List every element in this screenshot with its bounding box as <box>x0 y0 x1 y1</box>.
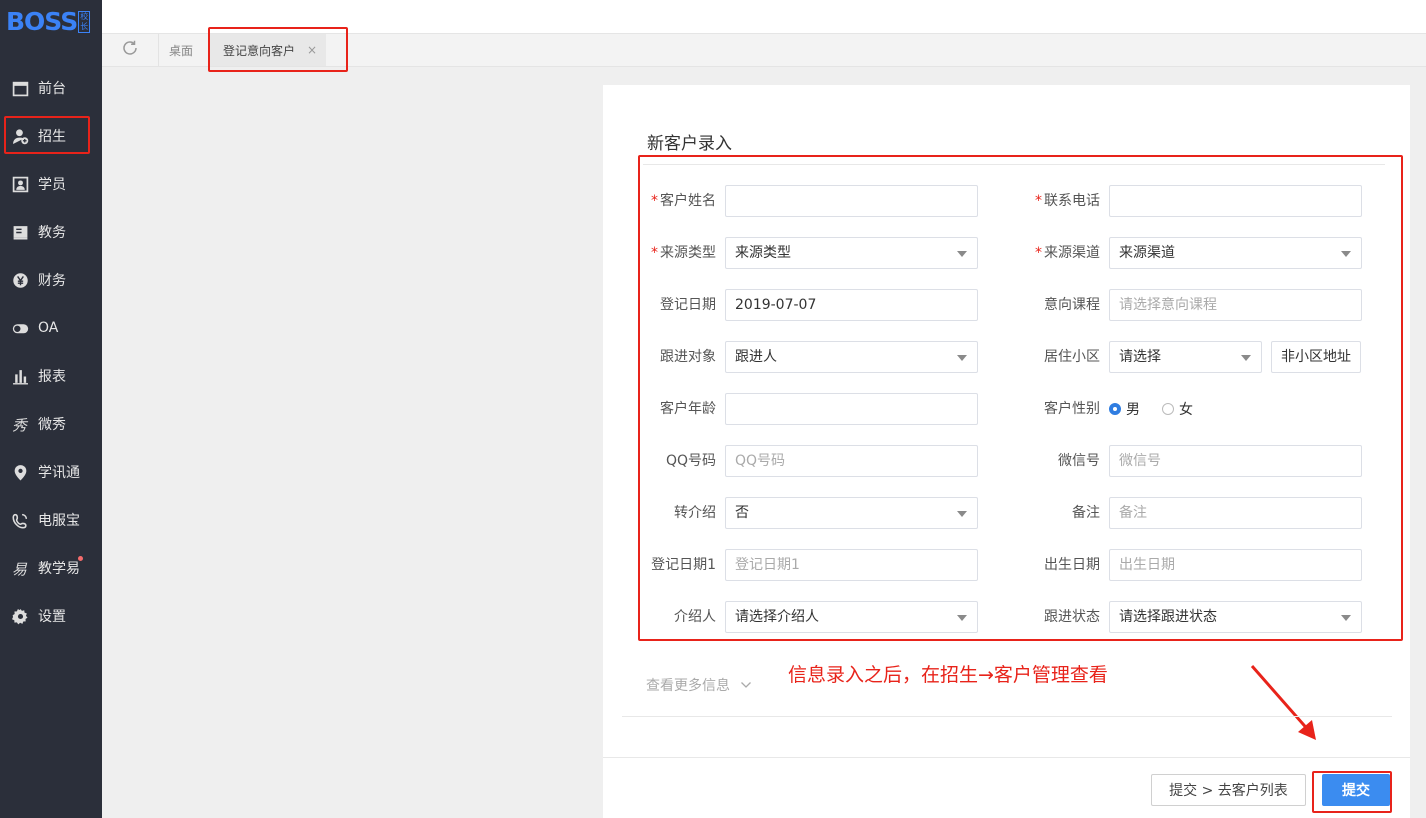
sidebar-item-label: 教学易 <box>38 561 80 577</box>
sidebar-item-xuexuntong[interactable]: 学讯通 <box>0 448 102 496</box>
toggle-icon <box>12 320 29 337</box>
sidebar-item-label: 前台 <box>38 81 66 97</box>
sidebar-item-label: 学员 <box>38 177 66 193</box>
more-info-label: 查看更多信息 <box>646 678 730 694</box>
sidebar-item-label: 财务 <box>38 273 66 289</box>
book-icon <box>12 224 29 241</box>
sidebar-item-weixiu[interactable]: 秀 微秀 <box>0 400 102 448</box>
student-card-icon <box>12 176 29 193</box>
divider <box>622 716 1392 717</box>
calendar-icon <box>12 80 29 97</box>
sidebar-item-label: OA <box>38 320 59 336</box>
sidebar-item-settings[interactable]: 设置 <box>0 592 102 640</box>
sidebar-item-label: 报表 <box>38 369 66 385</box>
highlight-box-enrollment <box>4 116 90 154</box>
gear-icon <box>12 608 29 625</box>
logo-text: BOSS <box>6 7 78 36</box>
refresh-button[interactable] <box>102 34 159 66</box>
sidebar-item-frontdesk[interactable]: 前台 <box>0 64 102 112</box>
sidebar-item-academic[interactable]: 教务 <box>0 208 102 256</box>
sidebar-item-label: 设置 <box>38 609 66 625</box>
sidebar-item-label: 微秀 <box>38 417 66 433</box>
bar-chart-icon <box>12 368 29 385</box>
svg-text:秀: 秀 <box>12 416 29 433</box>
highlight-box-form <box>638 155 1403 641</box>
phone-icon <box>12 512 29 529</box>
sidebar-item-finance[interactable]: 财务 <box>0 256 102 304</box>
chevron-down-icon <box>741 682 751 688</box>
logo-badge: 校长 <box>78 11 91 33</box>
logo: BOSS 校长 <box>6 7 91 36</box>
refresh-icon <box>121 39 139 61</box>
highlight-box-submit <box>1312 771 1392 813</box>
sidebar-item-label: 电服宝 <box>38 513 80 529</box>
footer-divider <box>603 757 1410 758</box>
svg-text:易: 易 <box>12 560 28 577</box>
sidebar-item-oa[interactable]: OA <box>0 304 102 352</box>
xiu-icon: 秀 <box>12 416 29 433</box>
annotation-text: 信息录入之后，在招生→客户管理查看 <box>788 664 1108 686</box>
tab-desktop[interactable]: 桌面 <box>159 34 209 66</box>
sidebar-item-dianfubao[interactable]: 电服宝 <box>0 496 102 544</box>
highlight-box-tab <box>208 27 348 72</box>
tab-label: 桌面 <box>169 43 194 58</box>
notification-dot <box>78 556 83 561</box>
sidebar-item-label: 学讯通 <box>38 465 80 481</box>
sidebar-item-reports[interactable]: 报表 <box>0 352 102 400</box>
sidebar-item-label: 教务 <box>38 225 66 241</box>
yen-icon <box>12 272 29 289</box>
annotation-arrow-icon <box>1250 665 1316 740</box>
yi-icon: 易 <box>12 560 29 577</box>
submit-to-list-button[interactable]: 提交 > 去客户列表 <box>1151 774 1306 806</box>
sidebar-item-jiaoxueyi[interactable]: 易 教学易 <box>0 544 102 592</box>
more-info-toggle[interactable]: 查看更多信息 <box>646 675 752 695</box>
location-icon <box>12 464 29 481</box>
page-title: 新客户录入 <box>647 134 732 154</box>
sidebar-item-students[interactable]: 学员 <box>0 160 102 208</box>
